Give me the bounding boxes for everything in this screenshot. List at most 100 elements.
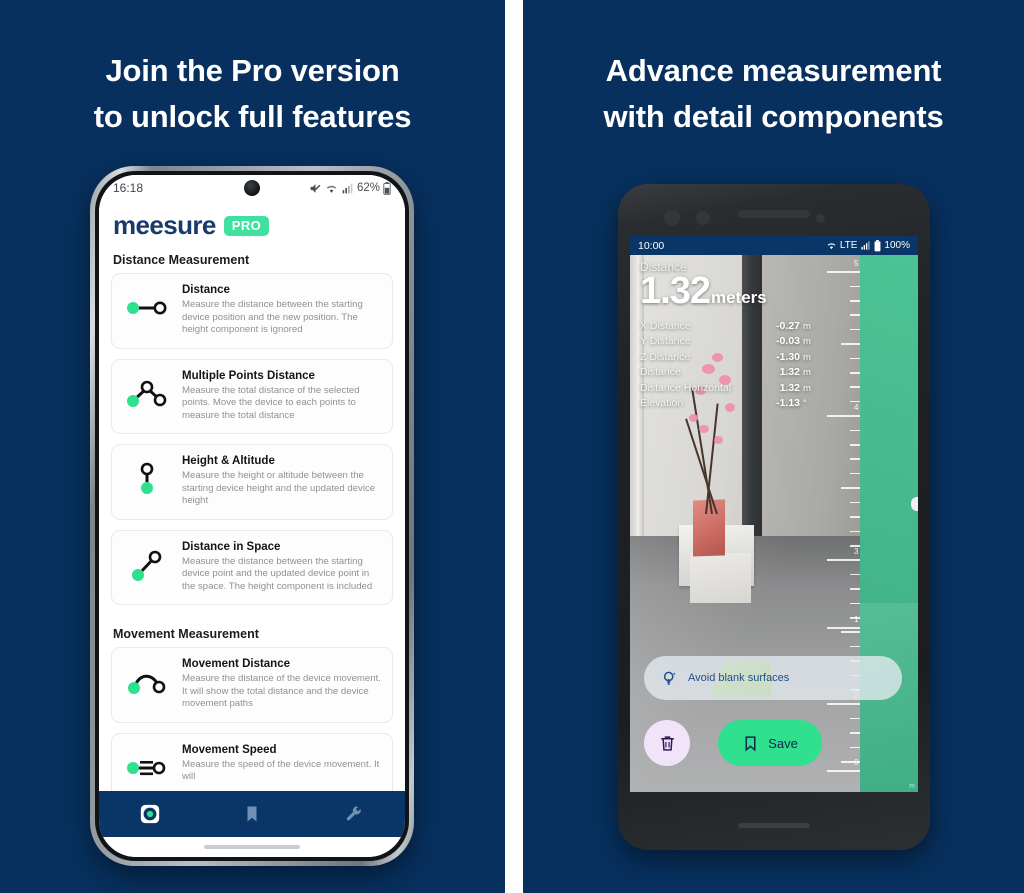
ar-blossom	[689, 413, 699, 422]
movement-speed-icon	[118, 744, 176, 792]
battery-percent: 100%	[884, 240, 910, 251]
card-description: Measure the total distance of the select…	[182, 384, 360, 421]
ruler-label: 5	[853, 258, 859, 268]
readout-row-unit: m	[803, 382, 811, 394]
battery-icon	[383, 181, 391, 195]
ruler-tick-minor	[850, 386, 861, 388]
measurement-card-height-altitude[interactable]: Height & Altitude Measure the height or …	[111, 444, 393, 520]
status-time: 16:18	[113, 181, 144, 195]
readout-row-value: 1.32	[779, 381, 800, 394]
sensor-icon	[696, 211, 710, 225]
left-phone-screen: 16:18 62% meesure PRO Distance Measureme…	[99, 175, 405, 857]
card-title: Distance	[182, 284, 230, 296]
status-icons: LTE 100%	[826, 239, 910, 252]
ruler-tick-minor	[850, 472, 861, 475]
nav-item-settings[interactable]	[337, 799, 371, 829]
readout-row: Y Distance -0.03 m	[640, 334, 820, 350]
left-phone-mockup: 16:18 62% meesure PRO Distance Measureme…	[90, 166, 414, 866]
right-phone-top-bezel	[618, 184, 930, 240]
lightbulb-icon	[663, 671, 676, 685]
ruler-tick-minor	[850, 328, 861, 331]
readout-row-key: Distance Horizontal	[640, 381, 732, 394]
card-body: Height & Altitude Measure the height or …	[182, 455, 382, 508]
ruler-tick-minor	[850, 429, 861, 432]
measurement-card-distance-in-space[interactable]: Distance in Space Measure the distance b…	[111, 529, 393, 605]
readout-row-key: Distance	[640, 366, 681, 379]
right-phone-mockup: 5 4 3 1 0 10:00 LTE 100% Distance 1.32 m…	[618, 184, 930, 850]
pro-badge: PRO	[223, 215, 270, 236]
measurement-readout: Distance 1.32 meters X Distance -0.27 m …	[640, 260, 820, 412]
measurement-card-multiple-points[interactable]: Multiple Points Distance Measure the tot…	[111, 358, 393, 434]
right-headline: Advance measurement with detail componen…	[523, 48, 1024, 140]
ruler-tick-major	[827, 770, 861, 772]
card-body: Movement Distance Measure the distance o…	[182, 658, 382, 711]
earpiece-speaker	[738, 210, 810, 218]
ar-side-handle[interactable]	[911, 497, 918, 512]
readout-row-value: -1.13	[776, 397, 800, 410]
nav-item-bookmarks[interactable]	[235, 799, 269, 829]
card-title: Multiple Points Distance	[182, 369, 315, 382]
ruler-tick-mid	[840, 343, 861, 345]
promo-screenshot: Join the Pro version to unlock full feat…	[0, 0, 1024, 893]
readout-row-value: -0.03	[776, 335, 800, 348]
gesture-pill[interactable]	[204, 845, 300, 849]
ruler-tick-major	[827, 415, 861, 417]
card-title: Movement Distance	[182, 658, 291, 670]
nav-item-measure[interactable]	[133, 799, 167, 829]
readout-row-key: X Distance	[640, 319, 691, 332]
left-headline-line1: Join the Pro version	[105, 53, 400, 88]
bookmark-icon	[247, 806, 257, 822]
card-body: Multiple Points Distance Measure the tot…	[182, 370, 382, 423]
gesture-pill[interactable]	[738, 823, 810, 828]
right-headline-line1: Advance measurement	[605, 53, 942, 88]
left-headline: Join the Pro version to unlock full feat…	[0, 48, 505, 140]
card-title: Distance in Space	[182, 540, 281, 553]
right-phone-screen: 5 4 3 1 0 10:00 LTE 100% Distance 1.32 m…	[630, 236, 918, 792]
readout-row-value: -0.27	[776, 319, 800, 332]
readout-value: 1.32	[640, 270, 711, 312]
bottom-navigation	[99, 791, 405, 837]
ruler-tick-major	[827, 271, 861, 273]
ruler-tick-minor	[850, 285, 861, 288]
card-title: Height & Altitude	[182, 455, 275, 467]
ruler-tick-minor	[850, 444, 861, 446]
measurement-card-movement-distance[interactable]: Movement Distance Measure the distance o…	[111, 647, 393, 723]
status-time: 10:00	[638, 239, 665, 252]
left-phone-bezel: 16:18 62% meesure PRO Distance Measureme…	[95, 171, 409, 861]
distance-in-space-icon	[118, 541, 176, 589]
trash-icon	[660, 735, 674, 751]
right-phone-bottom-bezel	[618, 792, 930, 850]
watermark: m	[909, 783, 915, 790]
card-body: Movement Speed Measure the speed of the …	[182, 744, 382, 784]
delete-button[interactable]	[644, 720, 690, 766]
readout-row-unit: m	[803, 351, 811, 363]
ruler-tick-major	[827, 626, 861, 629]
save-button[interactable]: Save	[718, 720, 822, 766]
left-gesture-bar	[99, 837, 405, 857]
signal-icon	[342, 183, 353, 193]
readout-row-value: 1.32	[779, 366, 800, 379]
hint-banner: Avoid blank surfaces	[644, 656, 902, 700]
ar-step-lower	[690, 552, 751, 603]
measurement-card-movement-speed[interactable]: Movement Speed Measure the speed of the …	[111, 732, 393, 792]
multi-point-distance-icon	[118, 370, 176, 418]
readout-row-unit: °	[803, 398, 807, 410]
left-status-bar: 16:18 62%	[99, 175, 405, 201]
card-description: Measure the distance between the startin…	[182, 555, 373, 592]
ruler-label: 1	[853, 614, 859, 624]
front-camera-icon	[244, 180, 260, 196]
readout-row-value: -1.30	[776, 350, 800, 363]
ruler-tick-minor	[850, 372, 861, 374]
measurement-card-distance[interactable]: Distance Measure the distance between th…	[111, 273, 393, 349]
save-button-label: Save	[768, 735, 798, 751]
ruler-tick-minor	[850, 299, 861, 302]
signal-icon	[861, 241, 871, 250]
card-description: Measure the speed of the device movement…	[182, 758, 380, 783]
card-body: Distance Measure the distance between th…	[182, 284, 382, 337]
card-description: Measure the distance between the startin…	[182, 299, 363, 335]
readout-row-key: Z Distance	[640, 350, 691, 363]
ruler-tick-minor	[850, 357, 861, 360]
section-title-distance: Distance Measurement	[113, 253, 250, 267]
card-body: Distance in Space Measure the distance b…	[182, 541, 382, 594]
ruler-tick-minor	[850, 314, 861, 316]
